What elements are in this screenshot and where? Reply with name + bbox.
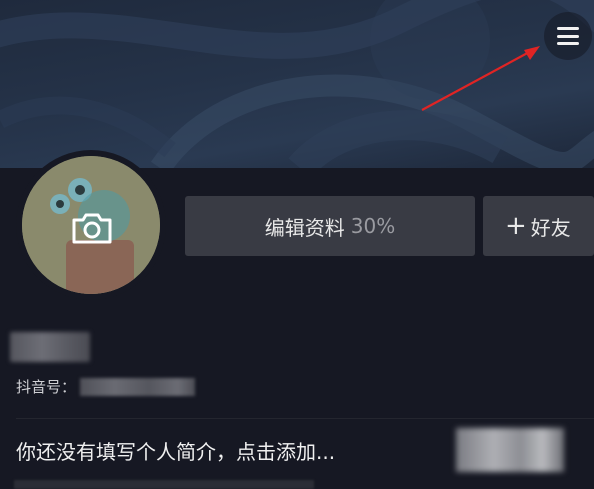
bio-add-prompt[interactable]: 你还没有填写个人简介，点击添加... <box>16 436 335 465</box>
redacted-tags <box>14 480 314 489</box>
divider <box>16 418 594 419</box>
douyin-id-redacted <box>80 377 196 396</box>
profile-cover-image[interactable] <box>0 0 594 168</box>
edit-profile-label: 编辑资料 <box>264 215 345 240</box>
douyin-id-label: 抖音号： <box>16 378 77 396</box>
add-friend-button[interactable]: + 好友 <box>483 196 594 256</box>
cover-pattern <box>0 0 594 168</box>
hamburger-menu-icon <box>557 27 579 45</box>
redacted-image <box>456 428 564 472</box>
add-friend-label: 好友 <box>530 215 571 240</box>
username-redacted <box>10 332 90 362</box>
menu-button[interactable] <box>544 12 592 60</box>
edit-profile-button[interactable]: 编辑资料 30% <box>185 196 475 256</box>
plus-icon: + <box>505 211 527 241</box>
douyin-id-row: 抖音号： <box>16 376 196 397</box>
camera-icon[interactable] <box>66 205 118 251</box>
profile-completion-percent: 30% <box>350 214 396 238</box>
